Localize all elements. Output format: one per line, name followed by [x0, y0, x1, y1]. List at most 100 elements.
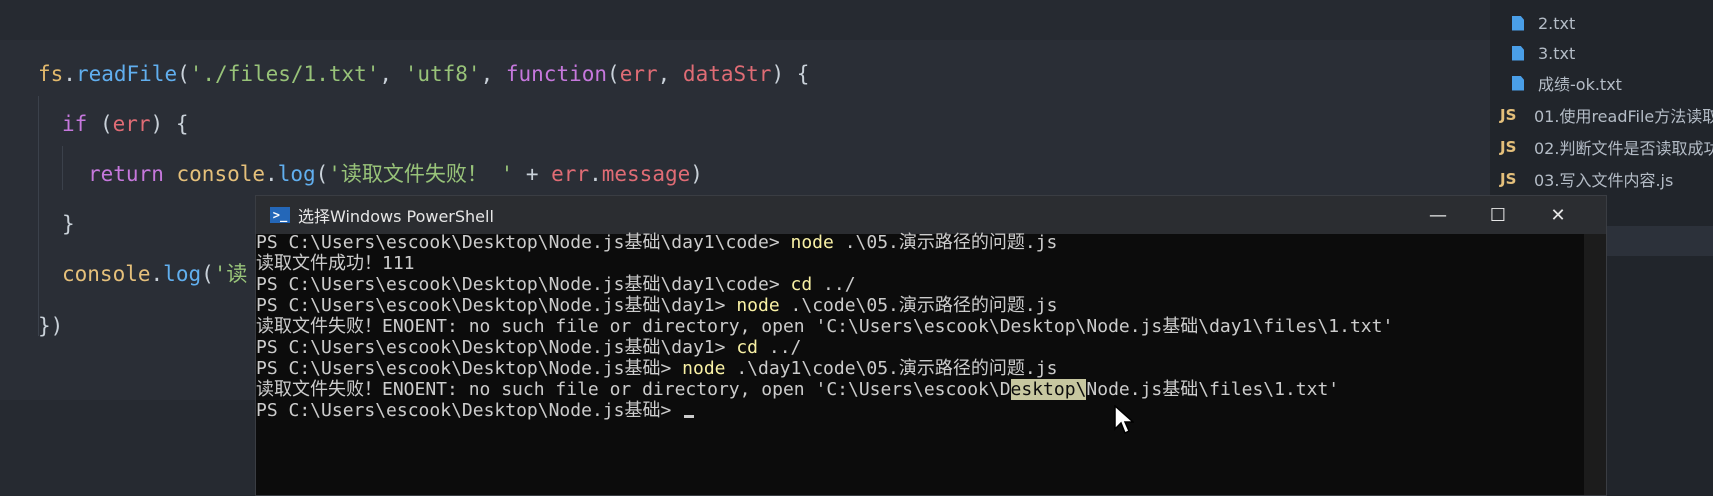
code-token: function: [505, 62, 608, 86]
code-token: .: [150, 262, 164, 286]
terminal-output-text: Node.js基础\files\1.txt': [1086, 379, 1340, 400]
terminal-prompt: PS C:\Users\escook\Desktop\Node.js基础>: [256, 358, 683, 379]
indent-guide: [62, 146, 63, 190]
terminal-command: node: [682, 358, 726, 379]
mouse-pointer-icon: [1114, 405, 1134, 435]
code-token: '读: [213, 262, 248, 286]
explorer-item-label: 01.使用readFile方法读取: [1534, 107, 1713, 126]
explorer-item[interactable]: JS 02.判断文件是否读取成功: [1490, 132, 1713, 162]
code-token: .: [63, 62, 76, 86]
code-token: ) {: [771, 62, 810, 86]
code-token: log: [163, 262, 202, 286]
powershell-icon: >_: [270, 207, 290, 223]
explorer-item-label: 3.txt: [1538, 43, 1576, 63]
explorer-item[interactable]: JS 03.写入文件内容.js: [1490, 164, 1713, 194]
code-token: (: [315, 162, 329, 186]
explorer-item[interactable]: 成绩-ok.txt: [1490, 68, 1713, 98]
terminal-output[interactable]: PS C:\Users\escook\Desktop\Node.js基础\day…: [256, 232, 1606, 495]
terminal-args: ../: [812, 274, 856, 295]
code-token: console: [62, 262, 151, 286]
terminal-args: .\05.演示路径的问题.js: [833, 232, 1058, 253]
terminal-command: cd: [736, 337, 759, 358]
terminal-line: 读取文件失败！ENOENT: no such file or directory…: [256, 379, 1339, 401]
terminal-command: cd: [790, 274, 813, 295]
code-token: (: [87, 112, 113, 136]
code-token: }: [62, 212, 75, 236]
code-token: ): [690, 162, 703, 186]
js-file-icon: JS: [1500, 138, 1517, 156]
explorer-item-label: 成绩-ok.txt: [1538, 75, 1622, 94]
code-token: ,: [657, 62, 683, 86]
code-token: err: [551, 162, 590, 186]
terminal-args: ../: [758, 337, 802, 358]
powershell-titlebar[interactable]: >_ 选择Windows PowerShell — ☐ ✕: [256, 196, 1606, 234]
code-token: ) {: [150, 112, 189, 136]
code-token: dataStr: [682, 62, 772, 86]
explorer-item[interactable]: JS 01.使用readFile方法读取: [1490, 100, 1713, 130]
terminal-line: 读取文件成功！111: [256, 253, 415, 275]
code-token: './files/1.txt': [189, 62, 380, 86]
code-token: message: [601, 162, 691, 186]
code-token: .: [589, 162, 602, 186]
code-token: +: [513, 162, 552, 186]
terminal-args: .\day1\code\05.演示路径的问题.js: [725, 358, 1058, 379]
powershell-window[interactable]: >_ 选择Windows PowerShell — ☐ ✕ PS C:\User…: [255, 195, 1607, 496]
explorer-item-label: 2.txt: [1538, 13, 1576, 33]
terminal-line: PS C:\Users\escook\Desktop\Node.js基础>: [256, 400, 695, 422]
terminal-command: node: [736, 295, 780, 316]
explorer-item-label: 03.写入文件内容.js: [1534, 171, 1674, 190]
js-file-icon: JS: [1500, 106, 1517, 124]
code-token: 'utf8': [404, 62, 481, 86]
code-token: ,: [379, 62, 405, 86]
code-line: fs.readFile('./files/1.txt', 'utf8', fun…: [38, 60, 809, 88]
explorer-item-label: 02.判断文件是否读取成功: [1534, 139, 1713, 158]
code-token: (: [177, 62, 190, 86]
code-line: if (err) {: [62, 110, 188, 138]
terminal-scrollbar[interactable]: [1584, 234, 1606, 495]
code-token: fs: [38, 62, 64, 86]
code-token: ,: [480, 62, 506, 86]
terminal-command: node: [790, 232, 834, 253]
terminal-line: PS C:\Users\escook\Desktop\Node.js基础> no…: [256, 358, 1057, 380]
code-token: }): [38, 314, 64, 338]
terminal-line: PS C:\Users\escook\Desktop\Node.js基础\day…: [256, 274, 856, 296]
code-token: return: [88, 162, 164, 186]
window-title: 选择Windows PowerShell: [298, 207, 494, 226]
terminal-prompt: PS C:\Users\escook\Desktop\Node.js基础>: [256, 400, 683, 421]
file-icon: [1512, 45, 1524, 61]
close-button[interactable]: ✕: [1528, 196, 1588, 234]
file-icon: [1512, 75, 1524, 91]
code-token: if: [62, 112, 88, 136]
js-file-icon: JS: [1500, 170, 1517, 188]
terminal-line: 读取文件失败！ENOENT: no such file or directory…: [256, 316, 1393, 338]
code-token: log: [277, 162, 316, 186]
terminal-output-text: 读取文件失败！ENOENT: no such file or directory…: [256, 379, 1011, 400]
code-line: return console.log('读取文件失败！ ' + err.mess…: [88, 160, 703, 188]
terminal-output-text: 读取文件成功！111: [256, 253, 415, 274]
code-token: err: [112, 112, 151, 136]
code-line: }): [38, 312, 63, 340]
terminal-prompt: PS C:\Users\escook\Desktop\Node.js基础\day…: [256, 232, 791, 253]
code-token: '读取文件失败！ ': [328, 162, 514, 186]
terminal-selection: esktop\: [1010, 379, 1087, 400]
code-token: (: [607, 62, 620, 86]
code-token: (: [201, 262, 214, 286]
terminal-args: .\code\05.演示路径的问题.js: [779, 295, 1058, 316]
code-token: console: [176, 162, 266, 186]
minimize-button[interactable]: —: [1408, 196, 1468, 234]
maximize-button[interactable]: ☐: [1468, 196, 1528, 234]
terminal-prompt: PS C:\Users\escook\Desktop\Node.js基础\day…: [256, 337, 737, 358]
terminal-prompt: PS C:\Users\escook\Desktop\Node.js基础\day…: [256, 295, 737, 316]
terminal-output-text: 读取文件失败！ENOENT: no such file or directory…: [256, 316, 1394, 337]
terminal-cursor: [684, 415, 695, 418]
terminal-line: PS C:\Users\escook\Desktop\Node.js基础\day…: [256, 295, 1057, 317]
explorer-item[interactable]: 2.txt: [1490, 8, 1713, 38]
code-line: }: [62, 210, 75, 238]
indent-guide: [38, 96, 39, 336]
terminal-line: PS C:\Users\escook\Desktop\Node.js基础\day…: [256, 232, 1057, 254]
explorer-item[interactable]: 3.txt: [1490, 38, 1713, 68]
terminal-prompt: PS C:\Users\escook\Desktop\Node.js基础\day…: [256, 274, 791, 295]
code-token: err: [619, 62, 658, 86]
file-icon: [1512, 15, 1524, 31]
